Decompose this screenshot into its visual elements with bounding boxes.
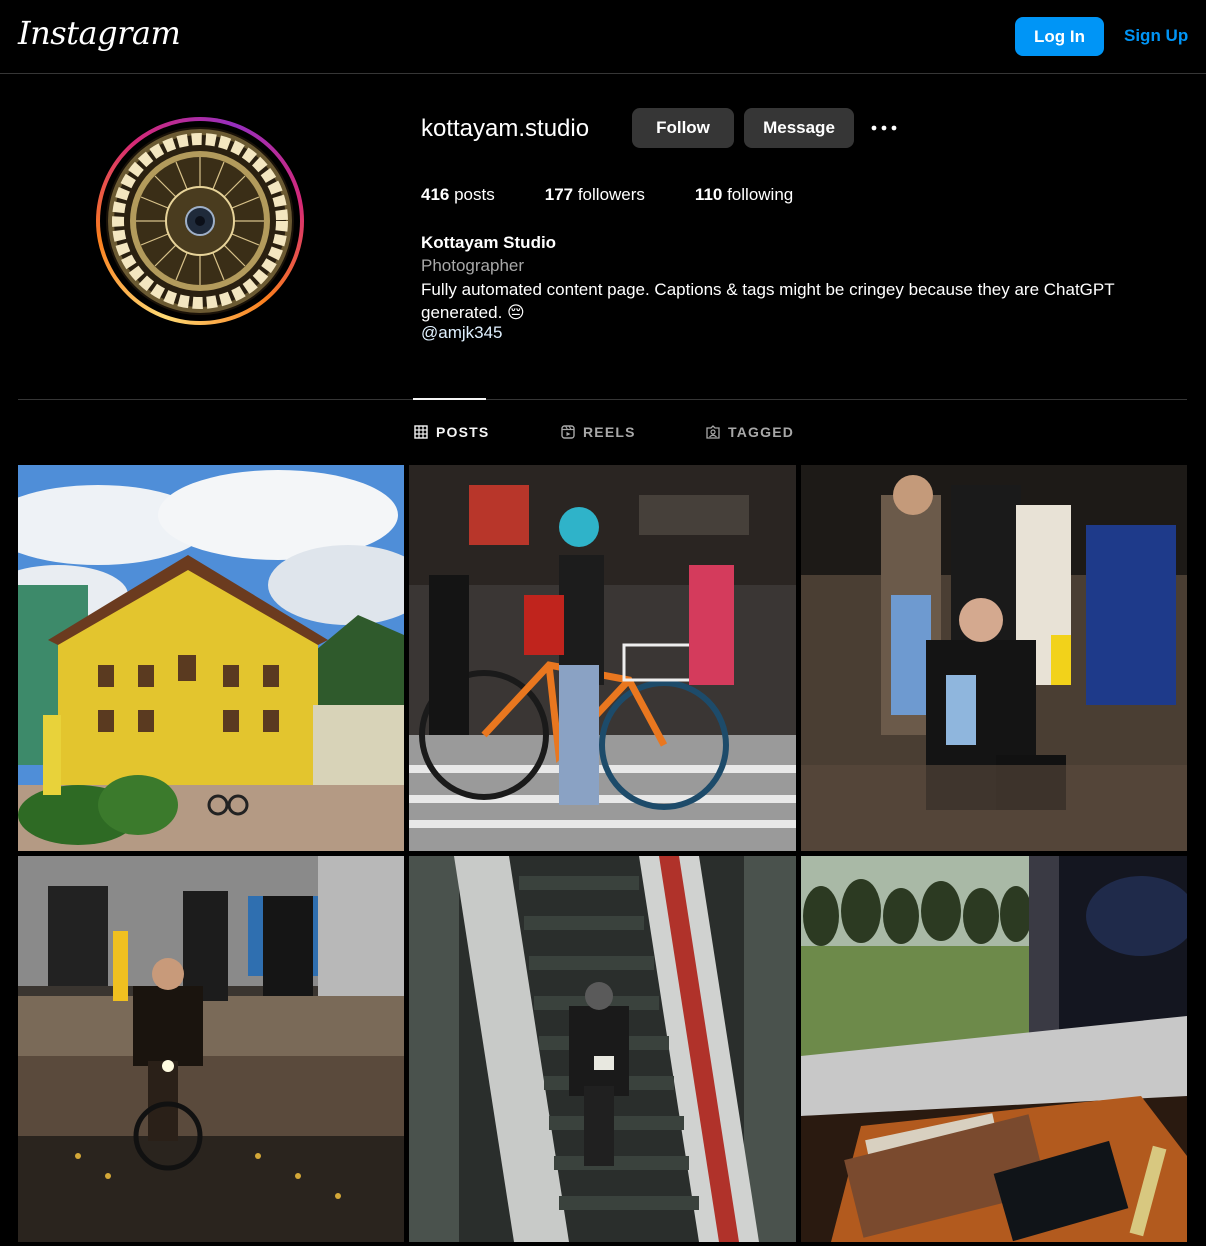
post-tile-escalator[interactable] <box>409 856 796 1242</box>
message-button[interactable]: Message <box>744 108 854 148</box>
posts-label: posts <box>449 185 495 204</box>
tab-tagged[interactable]: TAGGED <box>706 424 794 440</box>
post-tile-crowd[interactable] <box>801 465 1187 851</box>
grid-icon <box>414 425 428 439</box>
story-ring[interactable] <box>96 117 304 325</box>
follow-button[interactable]: Follow <box>632 108 734 148</box>
profile-handle-link[interactable]: @amjk345 <box>421 323 503 343</box>
followers-count: 177 <box>544 185 574 204</box>
avatar-image <box>106 127 294 315</box>
posts-count: 416 <box>421 185 450 204</box>
profile-full-name: Kottayam Studio <box>421 233 557 252</box>
posts-grid <box>18 465 1187 1242</box>
sign-up-link[interactable]: Sign Up <box>1124 26 1188 46</box>
post-image-night-cyclist <box>18 856 404 1242</box>
tagged-icon <box>706 425 720 439</box>
post-image-escalator <box>409 856 796 1242</box>
posts-stat: 416 posts <box>421 185 495 205</box>
followers-label: followers <box>573 185 645 204</box>
profile-stats: 416 posts 177 followers 110 following <box>421 185 843 205</box>
following-stat[interactable]: 110 following <box>695 185 793 205</box>
post-tile-hotel[interactable] <box>18 465 404 851</box>
tab-tagged-label: TAGGED <box>728 424 795 440</box>
post-image-cyclist <box>409 465 796 851</box>
active-tab-indicator <box>413 398 486 400</box>
tabs-divider <box>18 399 1187 400</box>
avatar[interactable] <box>106 127 294 315</box>
tab-reels-label: REELS <box>583 424 636 440</box>
profile-username: kottayam.studio <box>421 115 590 142</box>
post-tile-night-cyclist[interactable] <box>18 856 404 1242</box>
tab-reels[interactable]: REELS <box>561 424 636 440</box>
log-in-button[interactable]: Log In <box>1015 17 1104 56</box>
following-count: 110 <box>694 185 723 204</box>
post-tile-train-window[interactable] <box>801 856 1187 1242</box>
following-label: following <box>722 185 794 204</box>
followers-stat[interactable]: 177 followers <box>545 185 645 205</box>
post-image-hotel <box>18 465 404 851</box>
post-image-train-window <box>801 856 1187 1242</box>
reels-icon <box>561 425 575 439</box>
top-navigation-bar: Instagram Log In Sign Up <box>0 0 1206 74</box>
tab-posts-label: POSTS <box>436 424 490 440</box>
profile-bio: Fully automated content page. Captions &… <box>421 280 1115 322</box>
more-horizontal-icon[interactable] <box>870 116 898 140</box>
post-tile-cyclist[interactable] <box>409 465 796 851</box>
instagram-logo[interactable]: Instagram <box>18 14 181 52</box>
avatar-gap <box>100 121 300 321</box>
tab-posts[interactable]: POSTS <box>414 424 489 440</box>
profile-category: Photographer <box>421 256 525 275</box>
post-image-crowd <box>801 465 1187 851</box>
